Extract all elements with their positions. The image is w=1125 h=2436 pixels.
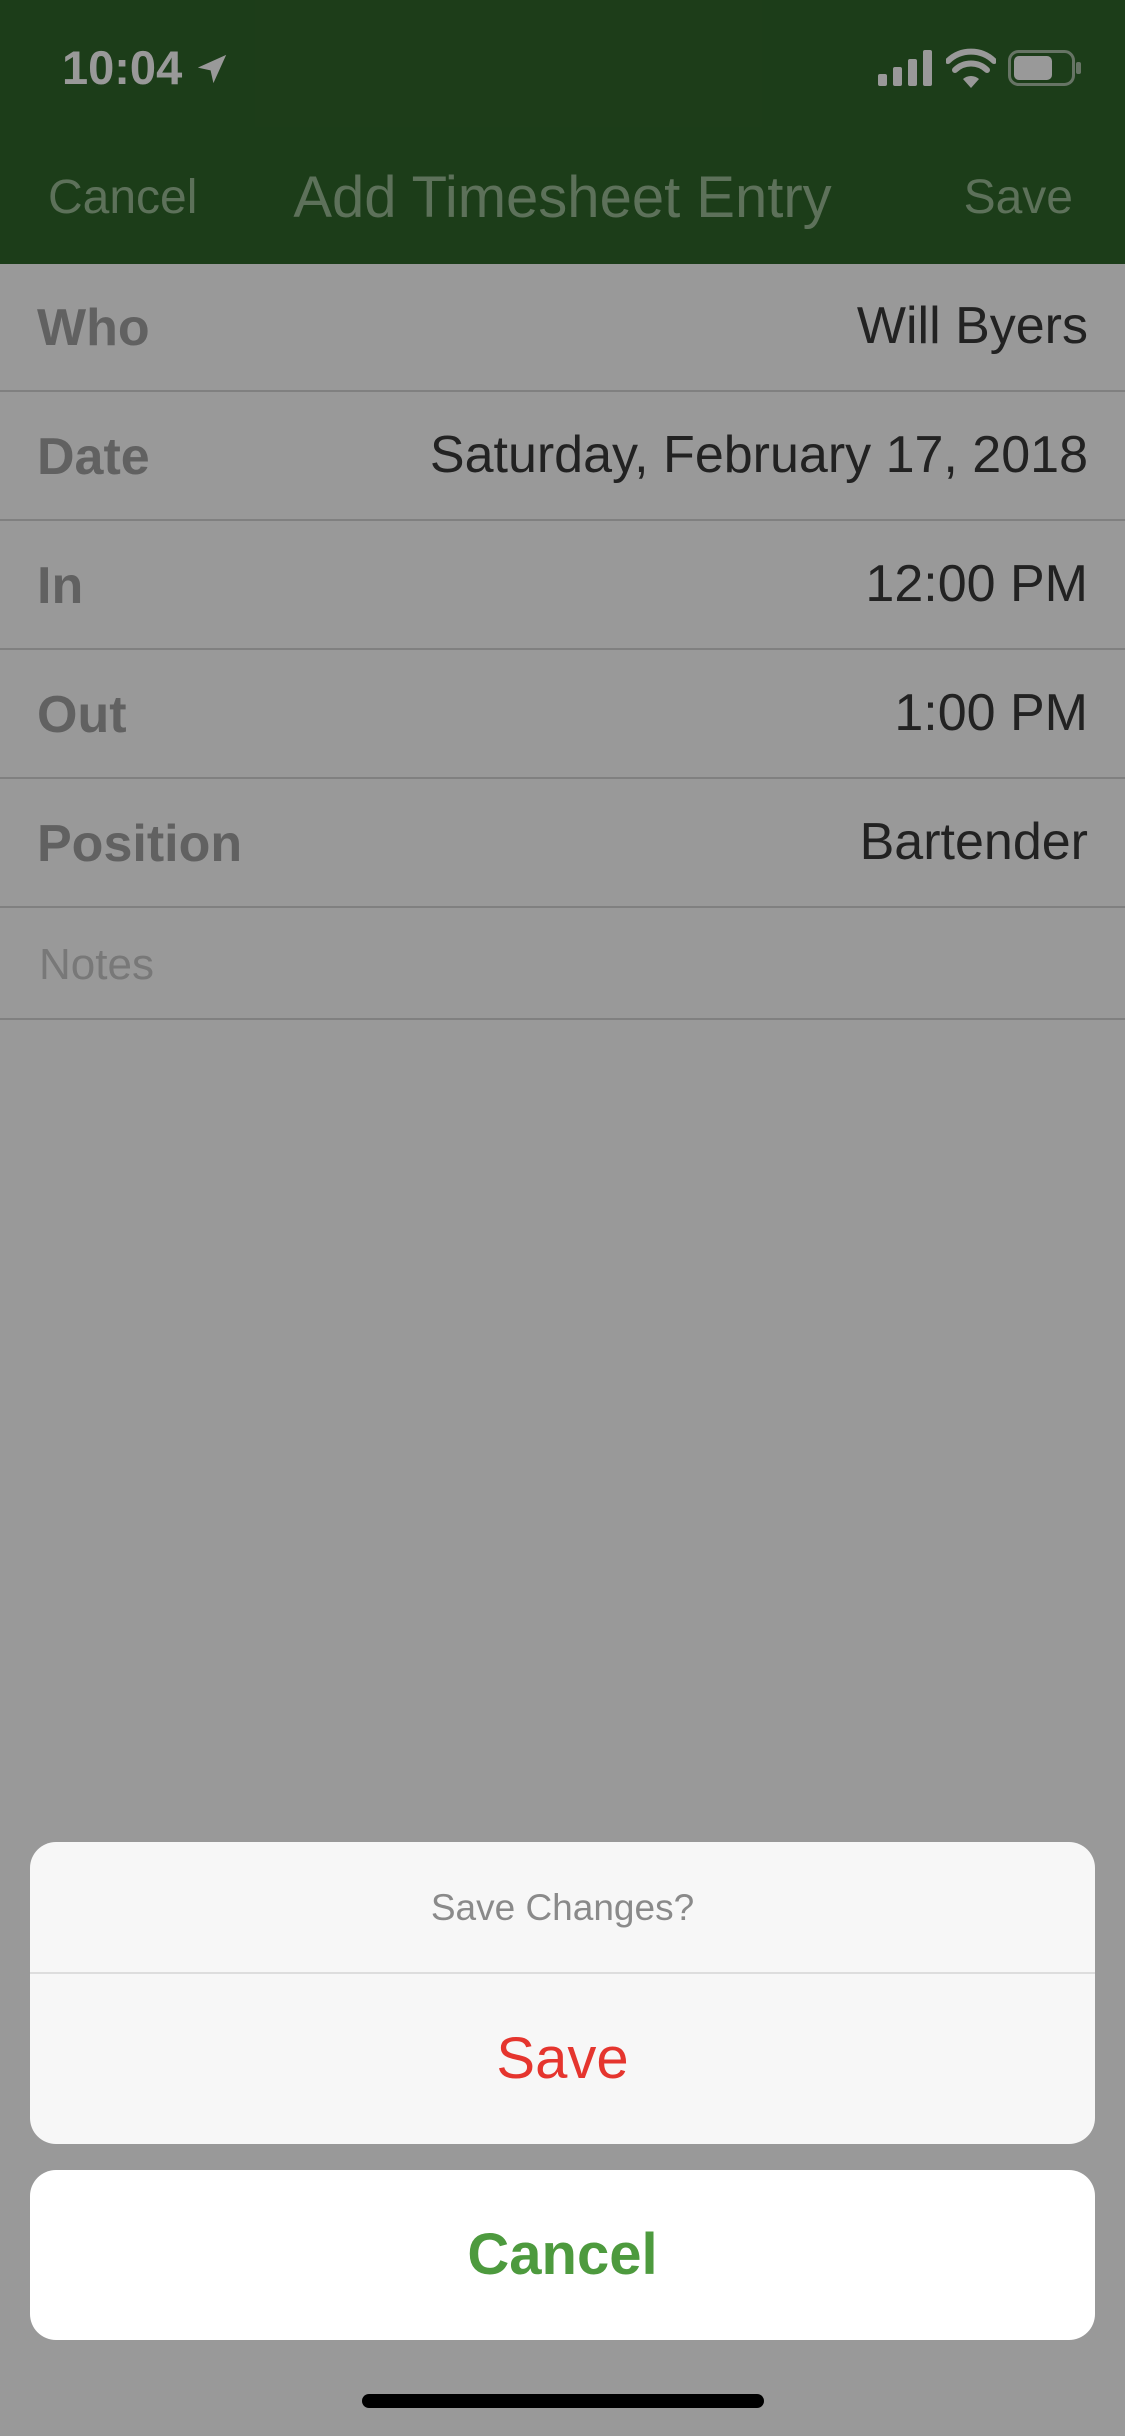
cancel-button[interactable]: Cancel (30, 2170, 1095, 2340)
save-changes-action-sheet: Save Changes? Save (30, 1842, 1095, 2144)
action-sheet-title: Save Changes? (30, 1842, 1095, 1974)
save-button[interactable]: Save (30, 1974, 1095, 2144)
home-indicator (362, 2394, 764, 2408)
